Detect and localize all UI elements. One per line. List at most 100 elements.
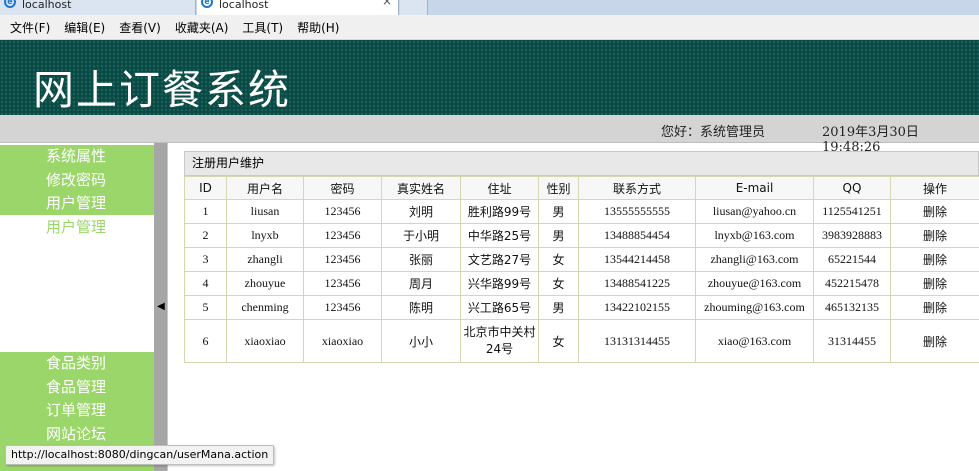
table-row: 6 xiaoxiao xiaoxiao 小小 北京市中关村24号 女 13131… (184, 319, 979, 363)
cell-id: 3 (184, 247, 227, 272)
sidebar-group-system: 系统属性 修改密码 用户管理 (0, 145, 154, 215)
browser-tab-bar: e localhost e localhost × (0, 0, 979, 15)
column-header: 联系方式 (578, 176, 696, 200)
menu-help[interactable]: 帮助(H) (297, 19, 339, 36)
delete-link[interactable]: 删除 (890, 247, 979, 272)
column-header: 操作 (890, 176, 979, 200)
column-header: 住址 (460, 176, 539, 200)
ie-icon: e (4, 0, 16, 8)
table-row: 4 zhouyue 123456 周月 兴华路99号 女 13488541225… (184, 271, 979, 296)
sidebar-item-change-password[interactable]: 修改密码 (0, 169, 154, 193)
cell-username: zhouyue (226, 271, 304, 296)
cell-qq: 452215478 (813, 271, 891, 296)
cell-qq: 1125541251 (813, 199, 891, 224)
menu-tools[interactable]: 工具(T) (242, 19, 283, 36)
cell-phone: 13555555555 (578, 199, 696, 224)
cell-real-name: 张丽 (381, 247, 461, 272)
cell-qq: 3983928883 (813, 223, 891, 248)
sidebar-splitter[interactable]: ◀ (154, 143, 168, 471)
cell-address: 北京市中关村24号 (460, 319, 539, 363)
cell-password: xiaoxiao (303, 319, 382, 363)
cell-gender: 男 (538, 295, 579, 320)
cell-gender: 男 (538, 199, 579, 224)
menu-favorites[interactable]: 收藏夹(A) (175, 19, 229, 36)
app-banner: 网上订餐系统 (0, 40, 979, 115)
column-header: 用户名 (226, 176, 304, 200)
cell-id: 6 (184, 319, 227, 363)
user-info-bar: 您好：系统管理员 2019年3月30日 19:48:26 (0, 115, 979, 155)
new-tab-button[interactable] (400, 0, 428, 15)
cell-phone: 13422102155 (578, 295, 696, 320)
sidebar-item-food-management[interactable]: 食品管理 (0, 376, 154, 400)
sidebar-item-system-properties[interactable]: 系统属性 (0, 145, 154, 169)
delete-link[interactable]: 删除 (890, 295, 979, 320)
sidebar-item-user-management-header[interactable]: 用户管理 (0, 192, 154, 216)
cell-phone: 13488854454 (578, 223, 696, 248)
browser-window: e localhost e localhost × 文件(F) 编辑(E) 查看… (0, 0, 979, 471)
user-table: ID 用户名 密码 真实姓名 住址 性别 联系方式 E-mail QQ 操作 1… (184, 176, 979, 363)
cell-email: lnyxb@163.com (695, 223, 814, 248)
ie-icon: e (201, 0, 213, 8)
cell-address: 兴华路99号 (460, 271, 539, 296)
cell-address: 文艺路27号 (460, 247, 539, 272)
cell-username: lnyxb (226, 223, 304, 248)
cell-email: xiao@163.com (695, 319, 814, 363)
cell-phone: 13131314455 (578, 319, 696, 363)
cell-password: 123456 (303, 223, 382, 248)
browser-menu-bar: 文件(F) 编辑(E) 查看(V) 收藏夹(A) 工具(T) 帮助(H) (0, 15, 979, 40)
app-title: 网上订餐系统 (33, 66, 291, 114)
panel-title: 注册用户维护 (184, 151, 979, 176)
cell-username: zhangli (226, 247, 304, 272)
cell-real-name: 于小明 (381, 223, 461, 248)
user-maintenance-panel: 注册用户维护 ID 用户名 密码 真实姓名 住址 性别 联系方式 E-mail … (184, 151, 979, 364)
table-row: 1 liusan 123456 刘明 胜利路99号 男 13555555555 … (184, 199, 979, 224)
delete-link[interactable]: 删除 (890, 271, 979, 296)
column-header: 真实姓名 (381, 176, 461, 200)
menu-file[interactable]: 文件(F) (10, 19, 50, 36)
cell-password: 123456 (303, 271, 382, 296)
cell-real-name: 刘明 (381, 199, 461, 224)
cell-phone: 13488541225 (578, 271, 696, 296)
table-row: 2 lnyxb 123456 于小明 中华路25号 男 13488854454 … (184, 223, 979, 248)
cell-id: 4 (184, 271, 227, 296)
browser-tab-1[interactable]: e localhost (0, 0, 196, 15)
cell-email: liusan@yahoo.cn (695, 199, 814, 224)
column-header: 性别 (538, 176, 579, 200)
sidebar-item-food-category[interactable]: 食品类别 (0, 352, 154, 376)
cell-address: 兴工路65号 (460, 295, 539, 320)
cell-id: 5 (184, 295, 227, 320)
cell-email: zhouming@163.com (695, 295, 814, 320)
cell-username: chenming (226, 295, 304, 320)
user-greeting: 您好：系统管理员 (661, 125, 766, 140)
delete-link[interactable]: 删除 (890, 199, 979, 224)
cell-gender: 男 (538, 223, 579, 248)
cell-qq: 31314455 (813, 319, 891, 363)
sidebar-item-user-management[interactable]: 用户管理 (46, 216, 106, 237)
cell-password: 123456 (303, 199, 382, 224)
cell-gender: 女 (538, 271, 579, 296)
cell-address: 中华路25号 (460, 223, 539, 248)
cell-address: 胜利路99号 (460, 199, 539, 224)
browser-tab-2[interactable]: e localhost × (197, 0, 399, 15)
delete-link[interactable]: 删除 (890, 223, 979, 248)
menu-view[interactable]: 查看(V) (119, 19, 161, 36)
cell-qq: 65221544 (813, 247, 891, 272)
sidebar-item-forum[interactable]: 网站论坛 (0, 423, 154, 447)
status-url-tooltip: http://localhost:8080/dingcan/userMana.a… (5, 445, 275, 465)
cell-gender: 女 (538, 247, 579, 272)
table-row: 5 chenming 123456 陈明 兴工路65号 男 1342210215… (184, 295, 979, 320)
delete-link[interactable]: 删除 (890, 319, 979, 363)
table-row: 3 zhangli 123456 张丽 文艺路27号 女 13544214458… (184, 247, 979, 272)
table-header-row: ID 用户名 密码 真实姓名 住址 性别 联系方式 E-mail QQ 操作 (184, 176, 979, 200)
cell-username: xiaoxiao (226, 319, 304, 363)
cell-id: 2 (184, 223, 227, 248)
sidebar-item-order-management[interactable]: 订单管理 (0, 399, 154, 423)
cell-password: 123456 (303, 295, 382, 320)
cell-qq: 465132135 (813, 295, 891, 320)
collapse-left-arrow-icon[interactable]: ◀ (157, 301, 165, 312)
cell-email: zhangli@163.com (695, 247, 814, 272)
menu-edit[interactable]: 编辑(E) (64, 19, 105, 36)
tab-close-icon[interactable]: × (382, 0, 392, 7)
browser-tab-2-title: localhost (219, 0, 269, 11)
column-header: QQ (813, 176, 891, 200)
